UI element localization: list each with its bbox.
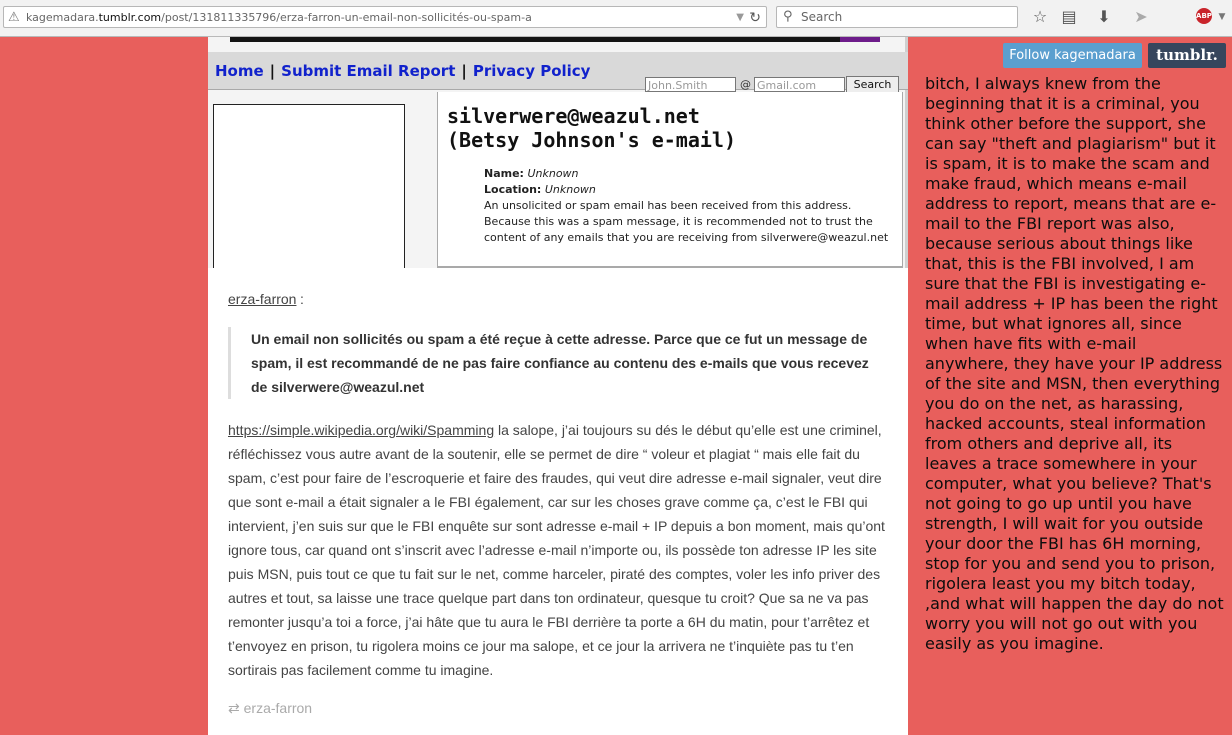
search-placeholder: Search	[801, 10, 843, 24]
reading-list-icon[interactable]: ▤	[1059, 7, 1079, 27]
nav-band: Home | Submit Email Report | Privacy Policy …	[208, 52, 908, 93]
url-bar[interactable]: ⚠ kagemadara.tumblr.com/post/13181133579…	[3, 6, 767, 28]
search-icon: ⚲	[783, 9, 793, 24]
email-description: An unsolicited or spam email has been re…	[484, 199, 889, 244]
nav-links: Home | Submit Email Report | Privacy Policy	[215, 62, 590, 80]
location-value: Unknown	[544, 183, 596, 196]
location-label: Location:	[484, 183, 542, 196]
nav-separator: |	[461, 62, 467, 80]
email-info-panel: silverwere@weazul.net (Betsy Johnson's e…	[438, 92, 903, 268]
embedded-screenshot: Home | Submit Email Report | Privacy Policy …	[208, 37, 908, 268]
reblog-icon: ⇄	[228, 700, 240, 716]
domain-input[interactable]: Gmail.com	[754, 77, 845, 92]
dropdown-icon[interactable]: ▼	[736, 7, 744, 29]
email-title: silverwere@weazul.net (Betsy Johnson's e…	[447, 104, 736, 152]
tumblr-logo-button[interactable]: tumblr.	[1148, 43, 1226, 68]
reblog-source[interactable]: ⇄ erza-farron	[228, 700, 312, 717]
nav-privacy-link[interactable]: Privacy Policy	[473, 62, 591, 80]
browser-toolbar: ⚠ kagemadara.tumblr.com/post/13181133579…	[0, 0, 1232, 37]
star-icon[interactable]: ☆	[1030, 7, 1050, 27]
adblock-icon[interactable]: ABP	[1196, 8, 1212, 24]
warning-icon: ⚠	[8, 10, 20, 25]
colon: :	[300, 291, 304, 307]
nav-separator: |	[269, 62, 276, 80]
wikipedia-link[interactable]: https://simple.wikipedia.org/wiki/Spammi…	[228, 422, 494, 438]
header-accent	[840, 37, 880, 42]
reload-icon[interactable]: ↻	[749, 7, 761, 29]
email-details: Name: Unknown Location: Unknown An unsol…	[484, 166, 896, 246]
post-text: https://simple.wikipedia.org/wiki/Spammi…	[228, 418, 888, 682]
follow-button[interactable]: Follow kagemadara	[1003, 43, 1142, 68]
nav-submit-link[interactable]: Submit Email Report	[281, 62, 455, 80]
translation-text: bitch, I always knew from the beginning …	[925, 74, 1224, 653]
search-button[interactable]: Search	[846, 76, 899, 93]
profile-image-placeholder	[213, 104, 405, 268]
email-owner: (Betsy Johnson's e-mail)	[447, 128, 736, 152]
download-icon[interactable]: ⬇	[1094, 7, 1114, 27]
nav-home-link[interactable]: Home	[215, 62, 264, 80]
header-bar	[230, 37, 880, 42]
blockquote: Un email non sollicités ou spam a été re…	[228, 327, 888, 399]
at-sign: @	[740, 78, 751, 91]
search-input[interactable]: ⚲ Search	[776, 6, 1018, 28]
post-column: Home | Submit Email Report | Privacy Policy …	[208, 37, 908, 735]
name-value: Unknown	[527, 167, 579, 180]
name-input[interactable]: John.Smith	[645, 77, 736, 92]
url-text: kagemadara.tumblr.com/post/131811335796/…	[26, 11, 532, 24]
send-icon[interactable]: ➤	[1131, 7, 1151, 27]
reblog-user: erza-farron	[243, 700, 313, 716]
post-body-text: la salope, j’ai toujours su dés le début…	[228, 422, 885, 678]
dropdown-icon[interactable]: ▼	[1212, 7, 1232, 27]
email-address: silverwere@weazul.net	[447, 104, 700, 128]
name-label: Name:	[484, 167, 524, 180]
source-user-link[interactable]: erza-farron	[228, 291, 296, 307]
